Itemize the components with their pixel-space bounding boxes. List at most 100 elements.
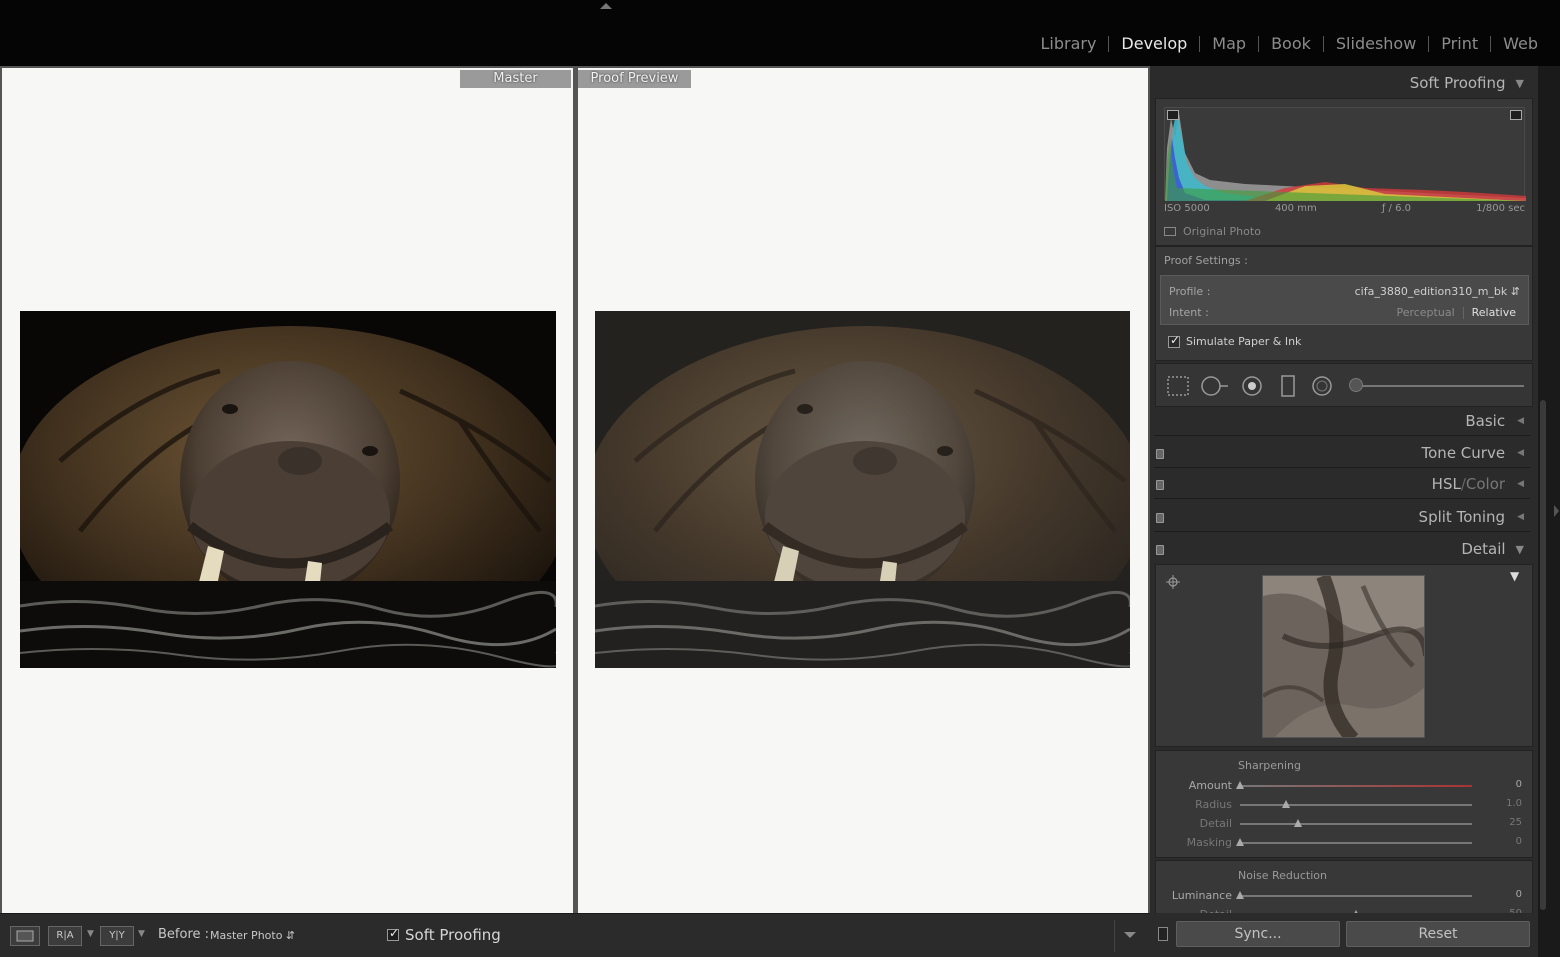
- checkmark-icon: ✓: [1170, 332, 1181, 347]
- reset-button[interactable]: Reset: [1346, 921, 1530, 947]
- simulate-checkbox[interactable]: ✓: [1168, 332, 1181, 348]
- bottom-toolbar: R|A ▼ Y|Y ▼ Before : Master Photo ⇵ ✓ So…: [0, 913, 1150, 957]
- soft-proofing-toggle[interactable]: ✓ Soft Proofing: [387, 926, 501, 944]
- highlight-clipping-icon[interactable]: [1510, 110, 1522, 120]
- radial-filter-icon[interactable]: [1310, 375, 1334, 397]
- detail-zoom-preview[interactable]: [1262, 575, 1425, 738]
- sharpening-title: Sharpening: [1238, 759, 1301, 772]
- module-map[interactable]: Map: [1200, 34, 1258, 54]
- checkmark-icon: ✓: [389, 926, 400, 940]
- slider-track[interactable]: [1240, 895, 1472, 897]
- slider-label: Luminance: [1171, 889, 1232, 902]
- detail-switch[interactable]: [1156, 545, 1164, 555]
- before-source-select[interactable]: Master Photo ⇵: [210, 929, 295, 942]
- slider-thumb[interactable]: [1236, 838, 1244, 846]
- simulate-paper-ink-toggle[interactable]: ✓ Simulate Paper & Ink: [1168, 332, 1301, 348]
- auto-sync-switch[interactable]: [1158, 927, 1168, 941]
- expand-triangle-icon: ◀: [1517, 512, 1524, 522]
- intent-relative-option[interactable]: Relative: [1464, 306, 1520, 319]
- histogram-panel: ISO 5000 400 mm ƒ / 6.0 1/800 sec Origin…: [1155, 98, 1533, 246]
- tone-curve-section-header[interactable]: Tone Curve ◀: [1154, 440, 1534, 466]
- target-crosshair-icon[interactable]: [1166, 575, 1180, 589]
- red-eye-icon[interactable]: [1240, 375, 1264, 397]
- slider-thumb[interactable]: [1236, 891, 1244, 899]
- slider-label: Masking: [1186, 836, 1232, 849]
- slider-amount[interactable]: Amount 0: [1156, 777, 1534, 795]
- noise-reduction-panel: Noise Reduction Luminance0Detail50: [1155, 860, 1533, 920]
- before-after-left-right-button[interactable]: R|A: [48, 926, 82, 946]
- module-picker: Library Develop Map Book Slideshow Print…: [1028, 34, 1550, 54]
- hsl-title[interactable]: HSL: [1432, 475, 1461, 493]
- slider-track[interactable]: [1240, 842, 1472, 844]
- module-book[interactable]: Book: [1259, 34, 1323, 54]
- tone-curve-switch[interactable]: [1156, 449, 1164, 459]
- slider-luminance[interactable]: Luminance 0: [1156, 887, 1532, 905]
- basic-section-header[interactable]: Basic ◀: [1154, 408, 1534, 434]
- expand-right-panel-icon[interactable]: [1554, 505, 1559, 517]
- slider-value[interactable]: 0: [1516, 779, 1522, 790]
- before-after-dropdown-icon[interactable]: ▼: [87, 929, 94, 939]
- before-label: Before :: [158, 927, 210, 942]
- module-web[interactable]: Web: [1491, 34, 1550, 54]
- slider-thumb[interactable]: [1236, 781, 1244, 789]
- slider-value[interactable]: 0: [1516, 889, 1522, 900]
- master-photo[interactable]: [20, 311, 556, 668]
- profile-select[interactable]: cifa_3880_edition310_m_bk ⇵: [1355, 285, 1520, 298]
- original-photo-toggle[interactable]: Original Photo: [1164, 225, 1261, 238]
- spot-removal-icon[interactable]: [1200, 375, 1230, 397]
- sync-button[interactable]: Sync...: [1176, 921, 1340, 947]
- split-toning-section-header[interactable]: Split Toning ◀: [1154, 504, 1534, 530]
- adjustment-brush-icon[interactable]: [1349, 378, 1363, 392]
- slider-thumb[interactable]: [1282, 800, 1291, 808]
- sync-reset-bar: Sync... Reset: [1150, 913, 1538, 957]
- profile-label: Profile :: [1169, 285, 1211, 298]
- detail-options-menu-icon[interactable]: ▼: [1510, 569, 1519, 583]
- detail-section-header[interactable]: Detail ▼: [1154, 536, 1534, 562]
- split-toning-switch[interactable]: [1156, 513, 1164, 523]
- proof-preview-pane[interactable]: Proof Preview: [578, 68, 1148, 913]
- module-slideshow[interactable]: Slideshow: [1324, 34, 1428, 54]
- collapse-top-panel-icon[interactable]: [600, 3, 612, 9]
- focal-length-value: 400 mm: [1274, 203, 1317, 214]
- loupe-view-button[interactable]: [10, 926, 40, 946]
- basic-title: Basic: [1465, 412, 1506, 430]
- slider-thumb[interactable]: [1294, 819, 1302, 827]
- soft-proofing-checkbox[interactable]: ✓: [387, 926, 400, 941]
- slider-value[interactable]: 0: [1516, 836, 1522, 847]
- hsl-color-section-header[interactable]: HSL / Color ◀: [1154, 471, 1534, 497]
- soft-proofing-header[interactable]: Soft Proofing ▼: [1154, 70, 1534, 96]
- slider-value[interactable]: 1.0: [1506, 798, 1522, 809]
- section-divider: [1154, 498, 1530, 499]
- proof-preview-photo[interactable]: [595, 311, 1130, 668]
- toolbar-divider: [1114, 920, 1115, 952]
- intent-perceptual-option[interactable]: Perceptual: [1388, 306, 1462, 319]
- slider-track[interactable]: [1240, 804, 1472, 806]
- hsl-switch[interactable]: [1156, 480, 1164, 490]
- toolbar-options-icon[interactable]: [1124, 932, 1136, 938]
- histogram-graph[interactable]: [1164, 107, 1526, 201]
- comparison-view: Master Proof Preview: [0, 66, 1150, 913]
- module-library[interactable]: Library: [1028, 34, 1108, 54]
- shutter-value: 1/800 sec: [1476, 203, 1525, 214]
- slider-masking[interactable]: Masking 0: [1156, 834, 1534, 852]
- module-develop[interactable]: Develop: [1109, 34, 1199, 54]
- before-after-split-button[interactable]: Y|Y: [100, 926, 134, 946]
- color-title[interactable]: Color: [1466, 475, 1505, 493]
- master-pane[interactable]: Master: [2, 68, 573, 913]
- expand-triangle-icon: ◀: [1517, 448, 1524, 458]
- slider-track[interactable]: [1240, 823, 1472, 825]
- split-dropdown-icon[interactable]: ▼: [138, 929, 145, 939]
- detail-preview-panel: ▼: [1155, 564, 1533, 747]
- slider-detail[interactable]: Detail 25: [1156, 815, 1534, 833]
- slider-value[interactable]: 25: [1509, 817, 1522, 828]
- module-print[interactable]: Print: [1429, 34, 1490, 54]
- slider-radius[interactable]: Radius 1.0: [1156, 796, 1534, 814]
- crop-overlay-icon[interactable]: [1166, 375, 1190, 397]
- tone-curve-title: Tone Curve: [1421, 444, 1506, 462]
- master-label: Master: [460, 70, 571, 88]
- slider-track[interactable]: [1240, 785, 1472, 787]
- scrollbar-thumb[interactable]: [1540, 400, 1546, 910]
- graduated-filter-icon[interactable]: [1276, 375, 1300, 397]
- shadow-clipping-icon[interactable]: [1167, 110, 1179, 120]
- slider-label: Amount: [1188, 779, 1232, 792]
